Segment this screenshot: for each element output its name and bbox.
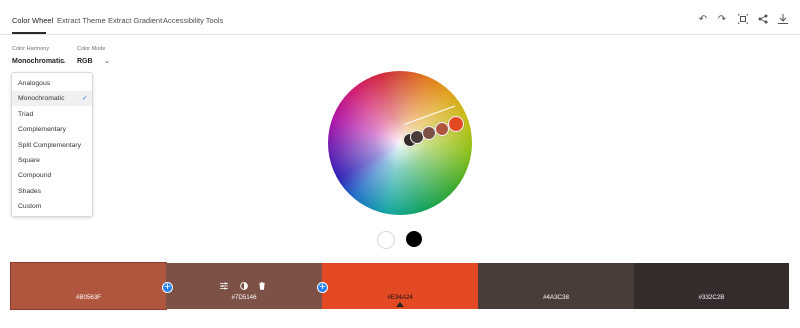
- adjust-sliders-icon[interactable]: [220, 282, 228, 292]
- black-swatch[interactable]: [406, 231, 422, 247]
- menu-item-triad[interactable]: Triad: [12, 107, 92, 122]
- delete-icon[interactable]: [258, 282, 266, 292]
- undo-icon[interactable]: ↶: [697, 14, 709, 26]
- tab-extract-theme[interactable]: Extract Theme: [57, 16, 106, 25]
- swatch-hex-label: #332C2B: [698, 294, 725, 301]
- color-mode-label: Color Mode: [77, 46, 106, 52]
- color-handle[interactable]: [435, 122, 449, 136]
- chevron-down-icon[interactable]: ⌄: [104, 57, 110, 65]
- menu-item-analogous[interactable]: Analogous: [12, 76, 92, 91]
- checkmark-icon: ✓: [82, 94, 88, 102]
- active-tab-indicator: [12, 32, 46, 34]
- swatch-hex-label: #E34A24: [387, 294, 413, 301]
- color-wheel[interactable]: [328, 71, 472, 215]
- menu-item-compound[interactable]: Compound: [12, 168, 92, 183]
- add-swatch-button[interactable]: +: [317, 282, 328, 293]
- swatch-hex-label: #7D5146: [231, 294, 257, 301]
- add-swatch-button[interactable]: +: [162, 282, 173, 293]
- swatch-5[interactable]: #332C2B: [634, 263, 789, 309]
- swatch-hex-label: #B0563F: [75, 294, 102, 301]
- menu-item-square[interactable]: Square: [12, 153, 92, 168]
- color-harmony-select[interactable]: Monochromatic: [12, 58, 64, 65]
- top-tab-bar: Color Wheel Extract Theme Extract Gradie…: [0, 0, 800, 35]
- color-handle-base[interactable]: [448, 116, 464, 132]
- swatch-4[interactable]: #4A3C38: [478, 263, 634, 309]
- redo-icon[interactable]: ↷: [716, 14, 728, 26]
- selected-swatch-caret: [396, 302, 404, 307]
- white-swatch[interactable]: [377, 231, 395, 249]
- tab-extract-gradient[interactable]: Extract Gradient: [108, 16, 162, 25]
- menu-item-monochromatic[interactable]: Monochromatic ✓: [12, 91, 92, 106]
- tab-color-wheel[interactable]: Color Wheel: [12, 16, 53, 25]
- download-icon[interactable]: [777, 14, 789, 26]
- color-mode-select[interactable]: RGB: [77, 58, 93, 65]
- chevron-down-icon[interactable]: ⌄: [61, 57, 67, 65]
- color-harmony-label: Color Harmony: [12, 46, 49, 52]
- share-icon[interactable]: [757, 14, 769, 26]
- fullscreen-icon[interactable]: [737, 13, 749, 26]
- tab-accessibility-tools[interactable]: Accessibility Tools: [163, 16, 223, 25]
- swatch-hex-label: #4A3C38: [543, 294, 569, 301]
- menu-item-complementary[interactable]: Complementary: [12, 122, 92, 137]
- menu-item-split-complementary[interactable]: Split Complementary: [12, 138, 92, 153]
- contrast-icon[interactable]: [240, 282, 248, 292]
- menu-item-shades[interactable]: Shades: [12, 184, 92, 199]
- swatch-1[interactable]: #B0563F: [10, 262, 167, 310]
- menu-item-custom[interactable]: Custom: [12, 199, 92, 214]
- harmony-dropdown-menu: Analogous Monochromatic ✓ Triad Complemen…: [11, 72, 93, 217]
- color-handle[interactable]: [422, 126, 436, 140]
